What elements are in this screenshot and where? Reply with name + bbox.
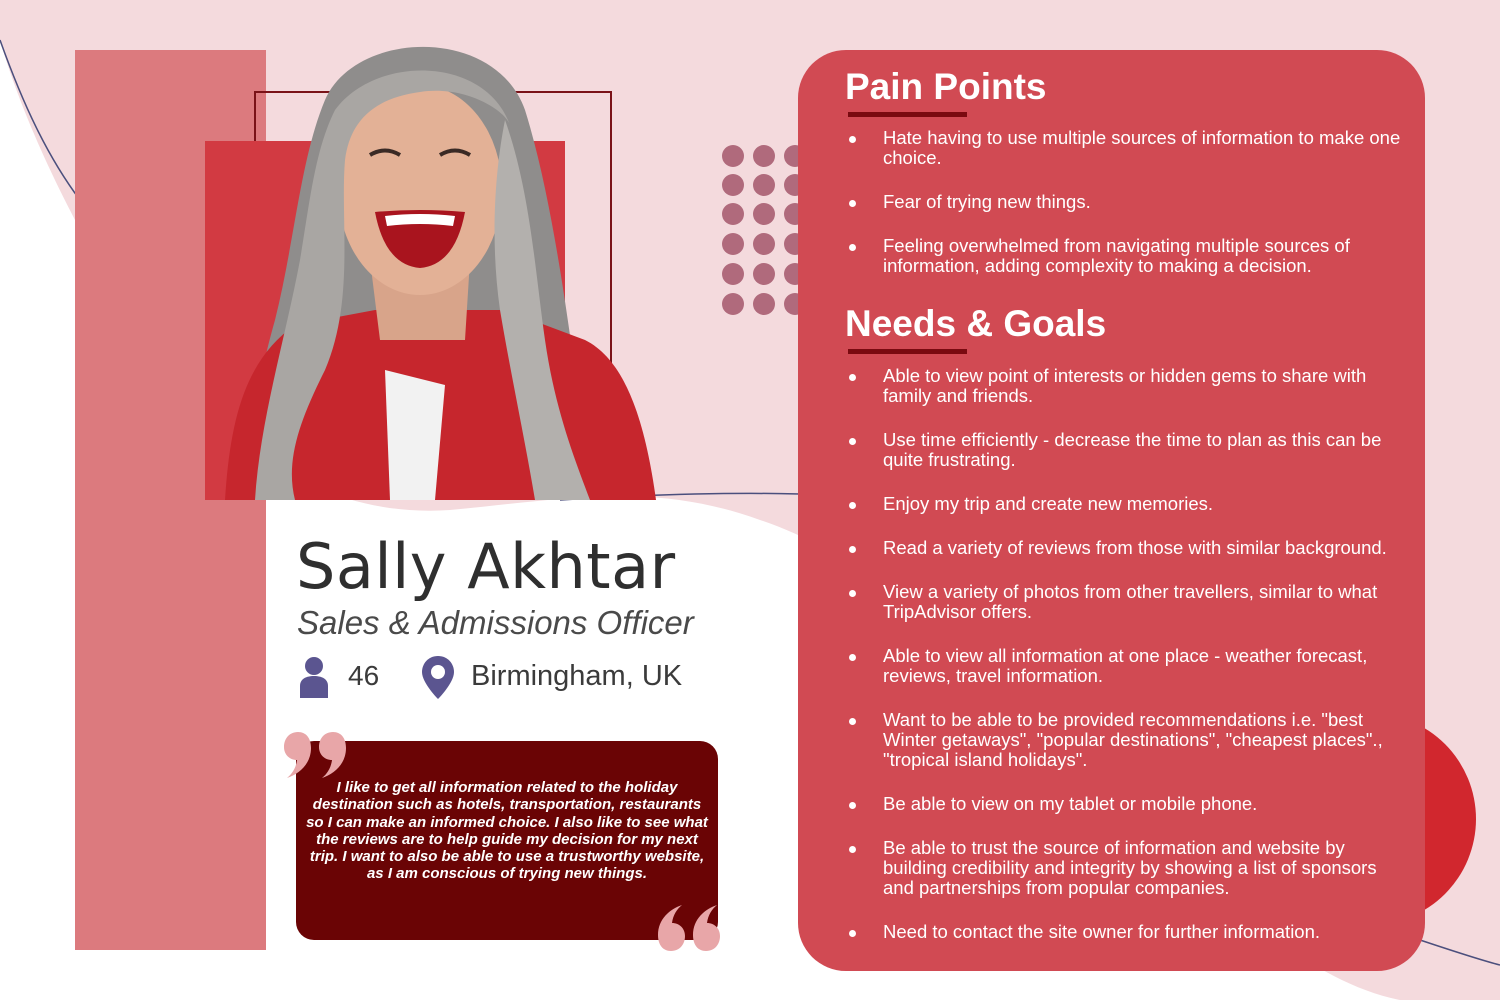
pain-points-heading: Pain Points	[845, 66, 1047, 107]
persona-location: Birmingham, UK	[471, 660, 683, 692]
dot-pattern	[722, 145, 806, 315]
need-goal-item: Read a variety of reviews from those wit…	[845, 538, 1410, 558]
persona-quote: I like to get all information related to…	[306, 779, 708, 883]
need-goal-item: Be able to trust the source of informati…	[845, 838, 1410, 898]
need-goal-item: View a variety of photos from other trav…	[845, 582, 1410, 622]
need-goal-item: Able to view point of interests or hidde…	[845, 366, 1410, 406]
persona-name: Sally Akhtar	[296, 530, 676, 603]
need-goal-item: Enjoy my trip and create new memories.	[845, 494, 1410, 514]
persona-photo	[205, 46, 656, 500]
needs-goals-underline	[848, 349, 967, 354]
quote-open-icon	[284, 732, 346, 778]
need-goal-item: Want to be able to be provided recommend…	[845, 710, 1410, 770]
quote-close-icon	[658, 905, 720, 951]
needs-goals-heading: Needs & Goals	[845, 303, 1107, 344]
need-goal-item: Need to contact the site owner for furth…	[845, 922, 1410, 942]
need-goal-item: Use time efficiently - decrease the time…	[845, 430, 1410, 470]
need-goal-item: Be able to view on my tablet or mobile p…	[845, 794, 1410, 814]
persona-job-title: Sales & Admissions Officer	[297, 604, 694, 641]
needs-goals-list: Able to view point of interests or hidde…	[845, 366, 1410, 942]
pain-point-item: Feeling overwhelmed from navigating mult…	[845, 236, 1410, 276]
persona-age: 46	[348, 660, 380, 691]
person-icon	[300, 657, 328, 698]
map-pin-icon	[422, 656, 454, 699]
pain-points-underline	[848, 112, 967, 117]
pain-points-list: Hate having to use multiple sources of i…	[845, 128, 1410, 276]
pain-point-item: Hate having to use multiple sources of i…	[845, 128, 1410, 168]
pain-point-item: Fear of trying new things.	[845, 192, 1410, 212]
need-goal-item: Able to view all information at one plac…	[845, 646, 1410, 686]
